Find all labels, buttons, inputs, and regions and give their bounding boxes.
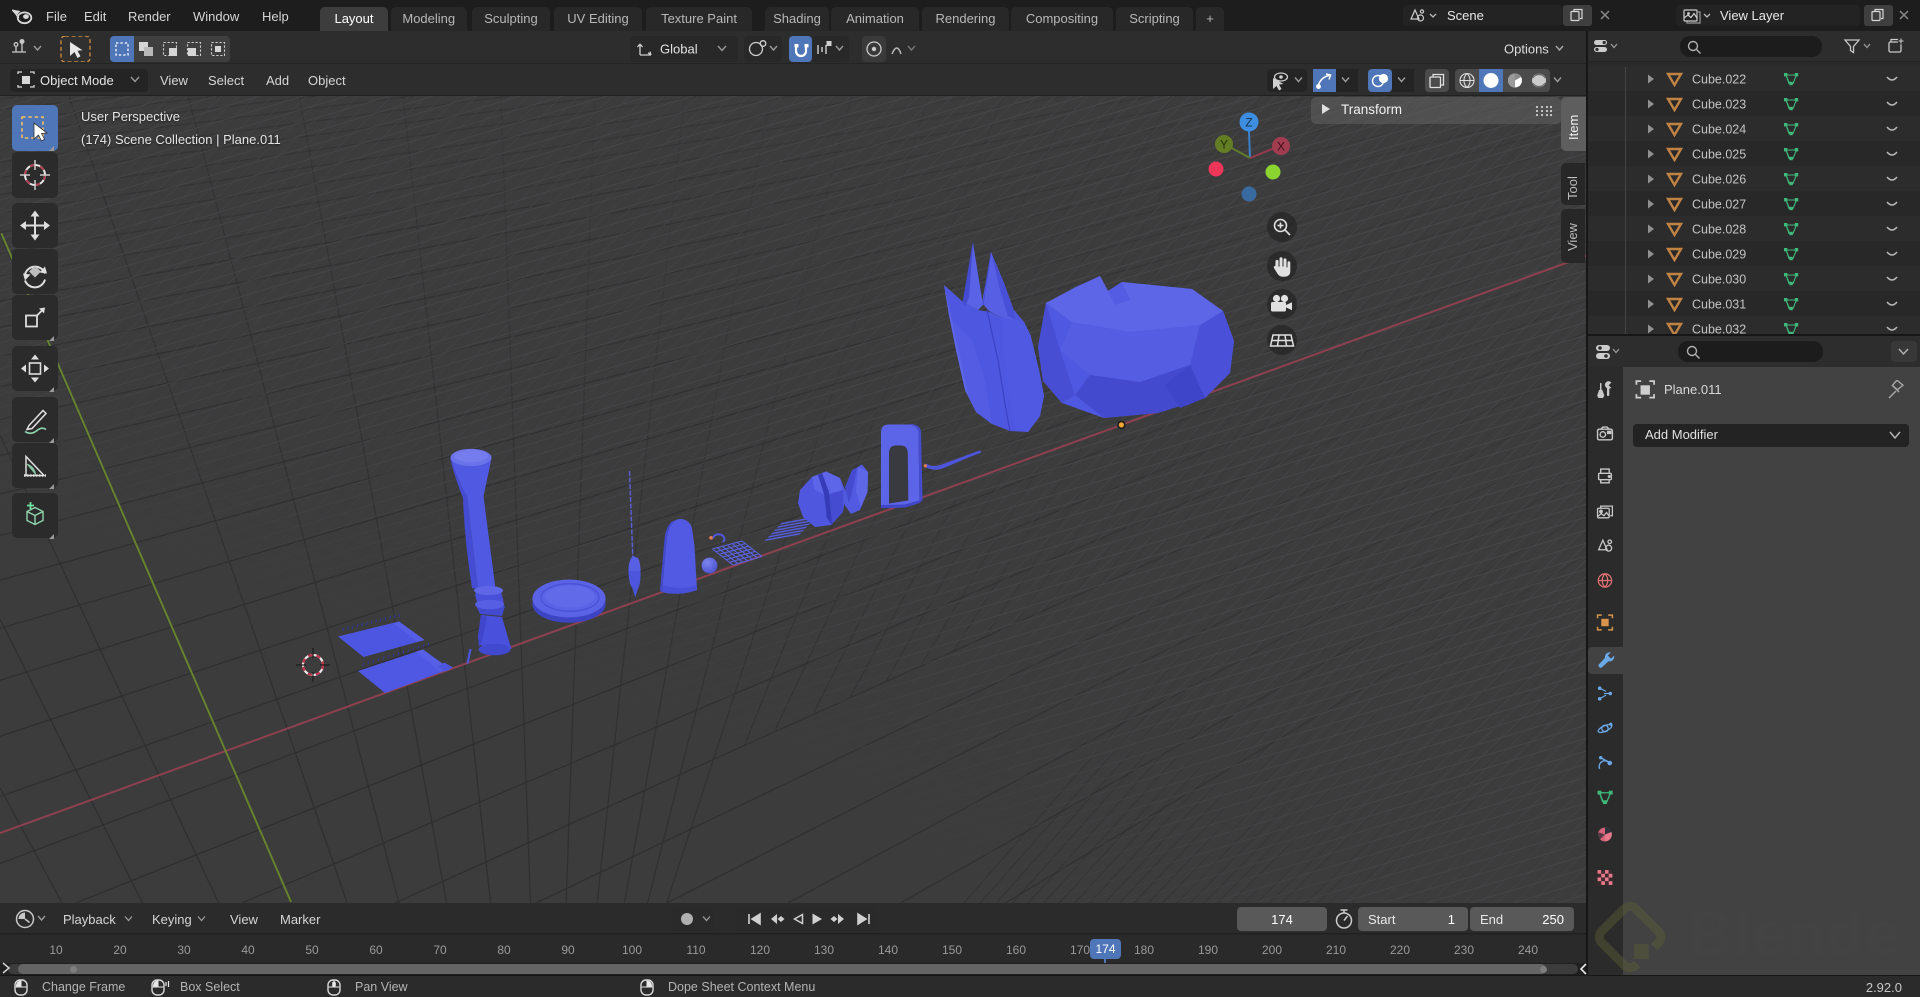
svg-text:Cube.026: Cube.026 bbox=[1692, 173, 1746, 187]
svg-text:250: 250 bbox=[1542, 912, 1564, 927]
svg-text:Cube.029: Cube.029 bbox=[1692, 248, 1746, 262]
svg-text:Cube.030: Cube.030 bbox=[1692, 273, 1746, 287]
svg-text:Keying: Keying bbox=[152, 912, 192, 927]
svg-text:View: View bbox=[230, 912, 259, 927]
svg-text:Cube.028: Cube.028 bbox=[1692, 223, 1746, 237]
svg-text:End: End bbox=[1480, 912, 1503, 927]
svg-text:X: X bbox=[1277, 140, 1285, 154]
svg-text:Global: Global bbox=[660, 42, 698, 57]
svg-text:Cube.027: Cube.027 bbox=[1692, 198, 1746, 212]
svg-text:Add: Add bbox=[266, 73, 289, 88]
svg-text:Cube.024: Cube.024 bbox=[1692, 123, 1746, 137]
svg-text:Y: Y bbox=[1220, 138, 1228, 152]
svg-text:Playback: Playback bbox=[63, 912, 116, 927]
svg-text:View: View bbox=[160, 73, 189, 88]
svg-text:1: 1 bbox=[1448, 912, 1455, 927]
svg-text:Cube.025: Cube.025 bbox=[1692, 148, 1746, 162]
svg-text:Blende: Blende bbox=[1688, 900, 1901, 969]
svg-text:Cube.032: Cube.032 bbox=[1692, 323, 1746, 335]
svg-text:Object: Object bbox=[308, 73, 346, 88]
svg-text:Select: Select bbox=[208, 73, 245, 88]
svg-text:Object Mode: Object Mode bbox=[40, 73, 114, 88]
svg-text:Scene: Scene bbox=[1447, 8, 1484, 23]
svg-text:Cube.031: Cube.031 bbox=[1692, 298, 1746, 312]
svg-text:Start: Start bbox=[1368, 912, 1396, 927]
svg-text:Marker: Marker bbox=[280, 912, 321, 927]
svg-text:View Layer: View Layer bbox=[1720, 8, 1785, 23]
svg-text:Cube.022: Cube.022 bbox=[1692, 73, 1746, 87]
svg-text:Cube.023: Cube.023 bbox=[1692, 98, 1746, 112]
svg-text:174: 174 bbox=[1271, 912, 1293, 927]
svg-text:Options: Options bbox=[1504, 42, 1549, 57]
svg-text:Z: Z bbox=[1245, 116, 1252, 130]
